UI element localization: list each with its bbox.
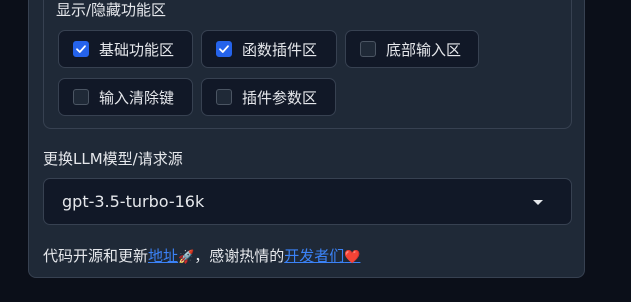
heart-icon: ❤️: [344, 250, 361, 265]
footer-middle: ，感谢热情的: [194, 247, 285, 265]
checkbox-unchecked-icon[interactable]: [360, 41, 376, 57]
checkbox-checked-icon[interactable]: [216, 41, 232, 57]
checkbox-plugin-area[interactable]: 函数插件区: [201, 30, 337, 68]
checkbox-unchecked-icon[interactable]: [73, 89, 89, 105]
developers-link-label: 开发者们: [284, 247, 345, 265]
source-address-link[interactable]: 地址: [148, 247, 178, 265]
footer-text: 代码开源和更新地址🚀，感谢热情的开发者们❤️: [43, 246, 360, 268]
checkbox-label: 基础功能区: [99, 40, 175, 59]
model-dropdown[interactable]: gpt-3.5-turbo-16k: [43, 178, 572, 225]
checkbox-plugin-params-area[interactable]: 插件参数区: [201, 78, 336, 116]
checkbox-label: 函数插件区: [242, 40, 318, 59]
rocket-icon: 🚀: [178, 250, 195, 265]
checkbox-clear-input-key[interactable]: 输入清除键: [58, 78, 193, 116]
checkbox-label: 底部输入区: [386, 40, 462, 59]
checkbox-checked-icon[interactable]: [73, 41, 89, 57]
model-select-label: 更换LLM模型/请求源: [43, 150, 183, 168]
checkbox-bottom-input-area[interactable]: 底部输入区: [345, 30, 479, 68]
toggle-section-label: 显示/隐藏功能区: [56, 1, 167, 19]
checkbox-unchecked-icon[interactable]: [216, 89, 232, 105]
checkbox-label: 输入清除键: [99, 88, 175, 107]
model-dropdown-value: gpt-3.5-turbo-16k: [62, 192, 205, 211]
checkbox-basic-area[interactable]: 基础功能区: [58, 30, 193, 68]
chevron-down-icon: [533, 200, 543, 205]
footer-prefix: 代码开源和更新: [43, 247, 149, 265]
checkbox-label: 插件参数区: [242, 88, 318, 107]
developers-link[interactable]: 开发者们❤️: [284, 247, 360, 265]
